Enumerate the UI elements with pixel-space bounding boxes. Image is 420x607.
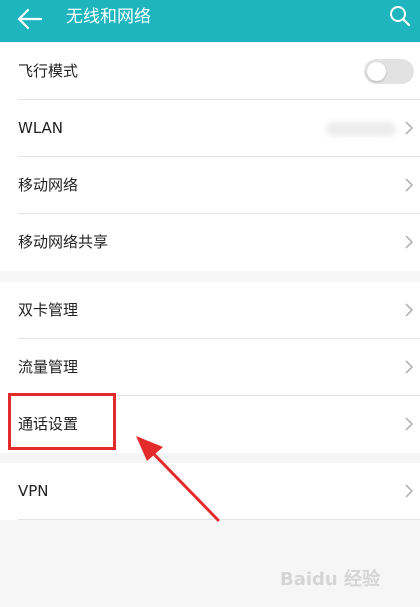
chevron-right-icon — [405, 235, 414, 249]
chevron-right-icon — [405, 303, 414, 317]
settings-row-dual-sim[interactable]: 双卡管理 — [0, 282, 420, 339]
chevron-right-icon — [405, 178, 414, 192]
settings-group-vpn: VPN — [0, 463, 420, 520]
settings-row-label: 移动网络共享 — [18, 233, 109, 251]
settings-row-label: 飞行模式 — [18, 62, 79, 80]
arrow-left-icon — [17, 8, 43, 30]
toggle-knob — [367, 62, 386, 81]
settings-row-label: 移动网络 — [18, 176, 79, 194]
back-button[interactable] — [14, 3, 46, 35]
annotation-highlight-box — [8, 393, 116, 450]
chevron-right-icon — [405, 121, 414, 135]
settings-row-wlan[interactable]: WLAN — [0, 100, 420, 157]
settings-group-network: 飞行模式 WLAN 移动网络 移动网络共享 — [0, 43, 420, 271]
airplane-mode-toggle[interactable] — [364, 59, 414, 84]
settings-row-data-usage[interactable]: 流量管理 — [0, 339, 420, 396]
app-header: 无线和网络 — [0, 0, 420, 42]
chevron-right-icon — [405, 484, 414, 498]
settings-row-airplane-mode[interactable]: 飞行模式 — [0, 43, 420, 100]
divider — [18, 519, 420, 520]
search-icon — [390, 6, 411, 27]
settings-row-label: 双卡管理 — [18, 301, 79, 319]
settings-row-tethering[interactable]: 移动网络共享 — [0, 214, 420, 271]
settings-row-mobile-network[interactable]: 移动网络 — [0, 157, 420, 214]
settings-row-label: WLAN — [18, 119, 64, 137]
page-title: 无线和网络 — [66, 7, 151, 27]
wlan-network-name-blurred — [326, 122, 396, 136]
settings-row-label: 流量管理 — [18, 358, 79, 376]
settings-row-label: VPN — [18, 482, 49, 500]
watermark: Baidu 经验 — [279, 569, 380, 590]
settings-row-vpn[interactable]: VPN — [0, 463, 420, 520]
chevron-right-icon — [405, 360, 414, 374]
search-button[interactable] — [384, 0, 416, 32]
chevron-right-icon — [405, 417, 414, 431]
